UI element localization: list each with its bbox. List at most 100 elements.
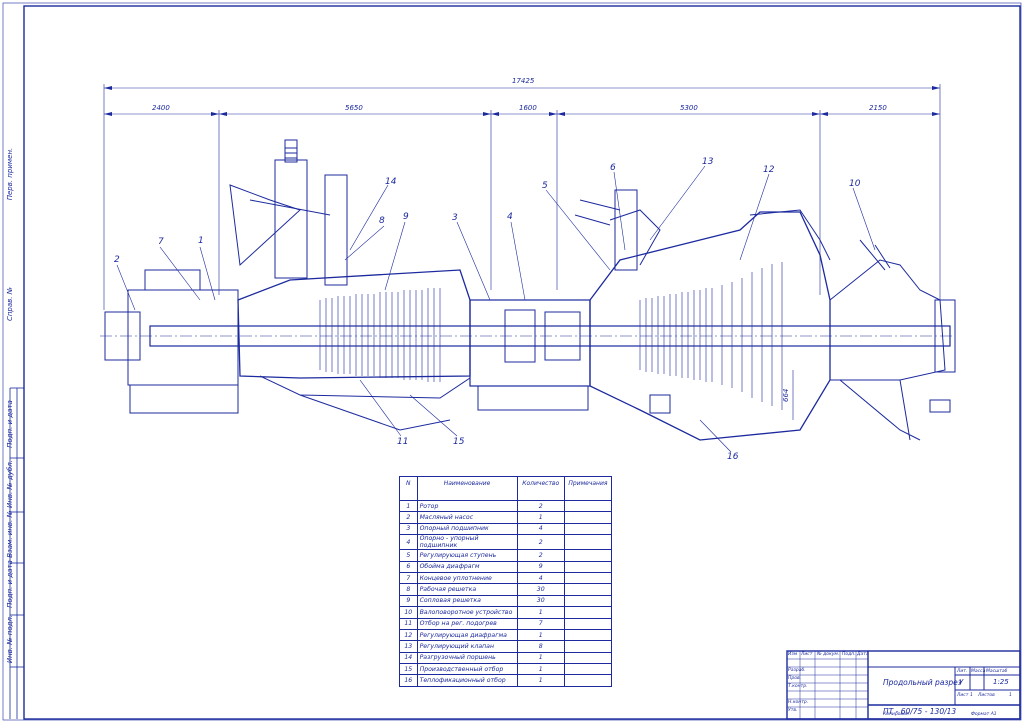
lit-label: Лит. <box>957 669 968 674</box>
row-qty: 1 <box>516 628 565 642</box>
row-name: Концевое уплотнение <box>416 571 518 585</box>
table-row: 3 Опорный подшипник 4 <box>399 522 613 536</box>
row-name: Регулирующая диафрагма <box>416 628 518 642</box>
row-qty: 8 <box>516 640 565 653</box>
row-note <box>563 560 613 573</box>
table-row: 11 Отбор на рег. подогрев 7 <box>399 617 613 630</box>
row-n: 16 <box>399 674 418 687</box>
row-qty: 7 <box>516 617 565 630</box>
dim-seg-1: 2400 <box>152 104 170 112</box>
sheets-value: 1 <box>1009 693 1012 698</box>
row-n: 14 <box>399 651 418 665</box>
drawing-title: Продольный разрез <box>883 678 962 687</box>
copied-label: Копировал <box>883 712 909 717</box>
side-stamp: Подп. и дата Инв. № дубл. Взам. инв. № П… <box>2 148 22 718</box>
row-n: 5 <box>399 549 418 562</box>
row-note <box>563 663 613 676</box>
tb-col-sign: Подп. <box>842 652 856 657</box>
row-n: 11 <box>399 617 418 630</box>
callouts: 1 2 3 4 5 6 7 8 9 10 11 12 13 14 15 16 <box>114 157 861 462</box>
table-row: 10 Валоповоротное устройство 1 <box>399 606 613 619</box>
row-n: 6 <box>399 560 418 573</box>
callout-14: 14 <box>385 177 397 187</box>
dim-seg-2: 5650 <box>345 104 363 112</box>
row-qty: 1 <box>516 511 565 524</box>
row-n: 9 <box>399 594 418 608</box>
row-qty: 2 <box>516 534 565 551</box>
row-name: Ротор <box>416 499 518 513</box>
callout-13: 13 <box>702 157 714 167</box>
row-note <box>563 549 613 562</box>
table-row: 7 Концевое уплотнение 4 <box>399 571 613 585</box>
row-note <box>563 617 613 630</box>
callout-11: 11 <box>397 437 408 447</box>
dimension-lines <box>103 84 941 420</box>
row-name: Сопловая решетка <box>416 594 518 608</box>
row-note <box>563 534 613 551</box>
callout-3: 3 <box>452 213 458 223</box>
row-n: 7 <box>399 571 418 585</box>
dim-vertical: 664 <box>782 389 790 402</box>
scale-label: Масштаб <box>986 669 1008 674</box>
table-row: 13 Регулирующий клапан 8 <box>399 640 613 653</box>
tb-col-doc: № докум. <box>817 652 840 657</box>
row-qty: 2 <box>516 549 565 562</box>
row-n: 13 <box>399 640 418 653</box>
row-note <box>563 628 613 642</box>
row-name: Масляный насос <box>416 511 518 524</box>
row-qty: 30 <box>516 583 565 596</box>
table-row: 12 Регулирующая диафрагма 1 <box>399 628 613 642</box>
row-note <box>563 571 613 585</box>
table-row: 9 Сопловая решетка 30 <box>399 594 613 608</box>
dim-seg-5: 2150 <box>869 104 887 112</box>
row-note <box>563 606 613 619</box>
side-label-7: Перв. примен. <box>6 147 14 201</box>
row-note <box>563 522 613 536</box>
sheets-label: Листов <box>978 693 995 698</box>
col-qty: Количество <box>516 476 565 501</box>
row-qty: 9 <box>516 560 565 573</box>
tb-row-tkontr: Т.контр. <box>788 684 808 689</box>
row-name: Теплофикационный отбор <box>416 674 518 687</box>
callout-5: 5 <box>542 181 548 191</box>
row-n: 3 <box>399 522 418 536</box>
turbine-section <box>100 139 956 441</box>
callout-4: 4 <box>507 212 513 222</box>
row-n: 2 <box>399 511 418 524</box>
parts-table: N Наименование Количество Примечания 1 Ро… <box>399 476 613 687</box>
title-block: Изм Лист № докум. Подп. Дата Разраб. Про… <box>787 651 1020 719</box>
col-n: N <box>399 476 418 501</box>
side-label-5: Инв. № подл. <box>6 614 14 664</box>
row-name: Рабочая решетка <box>416 583 518 596</box>
table-row: 5 Регулирующая ступень 2 <box>399 549 613 562</box>
row-qty: 4 <box>516 571 565 585</box>
row-name: Обойма диафрагм <box>416 560 518 573</box>
tb-row-razrab: Разраб. <box>788 668 806 673</box>
row-n: 10 <box>399 606 418 619</box>
callout-2: 2 <box>114 255 120 265</box>
callout-9: 9 <box>403 212 409 222</box>
row-n: 4 <box>399 534 418 551</box>
tb-row-prov: Пров. <box>788 676 802 681</box>
row-n: 1 <box>399 499 418 513</box>
row-name: Регулирующий клапан <box>416 640 518 653</box>
tb-col-list: Лист <box>801 652 813 657</box>
row-note <box>563 674 613 687</box>
row-name: Регулирующая ступень <box>416 549 518 562</box>
table-row: 8 Рабочая решетка 30 <box>399 583 613 596</box>
sheet-label: Лист <box>957 693 969 698</box>
callout-12: 12 <box>763 165 775 175</box>
mass-label: Масса <box>971 669 986 674</box>
row-name: Производственный отбор <box>416 663 518 676</box>
row-qty: 1 <box>516 663 565 676</box>
tb-row-utv: Утв. <box>788 708 798 713</box>
dim-total: 17425 <box>512 77 535 85</box>
tb-row-nkontr: Н.контр. <box>788 700 809 705</box>
row-note <box>563 511 613 524</box>
table-row: 4 Опорно - упорный подшипник 2 <box>399 534 613 551</box>
row-qty: 1 <box>516 606 565 619</box>
col-name: Наименование <box>416 476 518 501</box>
callout-10: 10 <box>849 179 861 189</box>
row-note <box>563 640 613 653</box>
callout-1: 1 <box>198 236 204 246</box>
